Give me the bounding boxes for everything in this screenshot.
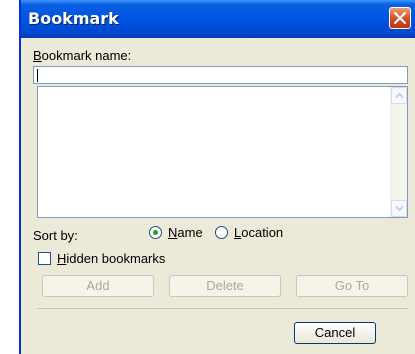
- go-to-button[interactable]: Go To: [296, 275, 408, 297]
- hidden-bookmarks-checkbox[interactable]: [38, 252, 51, 265]
- scroll-up-button[interactable]: [391, 87, 407, 104]
- add-button[interactable]: Add: [42, 275, 154, 297]
- hidden-bookmarks-option[interactable]: Hidden bookmarks: [38, 251, 165, 266]
- list-scrollbar[interactable]: [390, 87, 407, 217]
- scroll-down-arrow-icon: [395, 205, 404, 212]
- dialog-title: Bookmark: [28, 9, 119, 28]
- close-icon: [394, 12, 406, 24]
- radio-selected-indicator: [149, 226, 162, 239]
- sort-name-label: Name: [168, 225, 203, 240]
- scroll-up-arrow-icon: [395, 92, 404, 99]
- close-button[interactable]: [389, 7, 411, 29]
- button-divider: [37, 308, 408, 309]
- cancel-button[interactable]: Cancel: [294, 322, 376, 344]
- bookmark-name-input[interactable]: [33, 66, 408, 84]
- bookmark-dialog: Bookmark Bookmark name: Sort by: Name Lo…: [19, 0, 415, 354]
- radio-unselected-indicator: [215, 226, 228, 239]
- bookmark-list[interactable]: [37, 86, 408, 218]
- title-bar[interactable]: Bookmark: [21, 0, 415, 38]
- delete-button[interactable]: Delete: [169, 275, 281, 297]
- bookmark-name-label: Bookmark name:: [33, 48, 131, 63]
- text-caret: [37, 69, 38, 82]
- scroll-down-button[interactable]: [391, 200, 407, 217]
- bookmark-name-label-rest: ookmark name:: [41, 48, 132, 63]
- mnemonic-b: B: [33, 48, 42, 63]
- sort-location-radio[interactable]: Location: [215, 225, 283, 240]
- sort-by-label: Sort by:: [33, 228, 78, 243]
- sort-location-label: Location: [234, 225, 284, 240]
- hidden-bookmarks-label: Hidden bookmarks: [57, 251, 166, 266]
- sort-name-radio[interactable]: Name: [149, 225, 203, 240]
